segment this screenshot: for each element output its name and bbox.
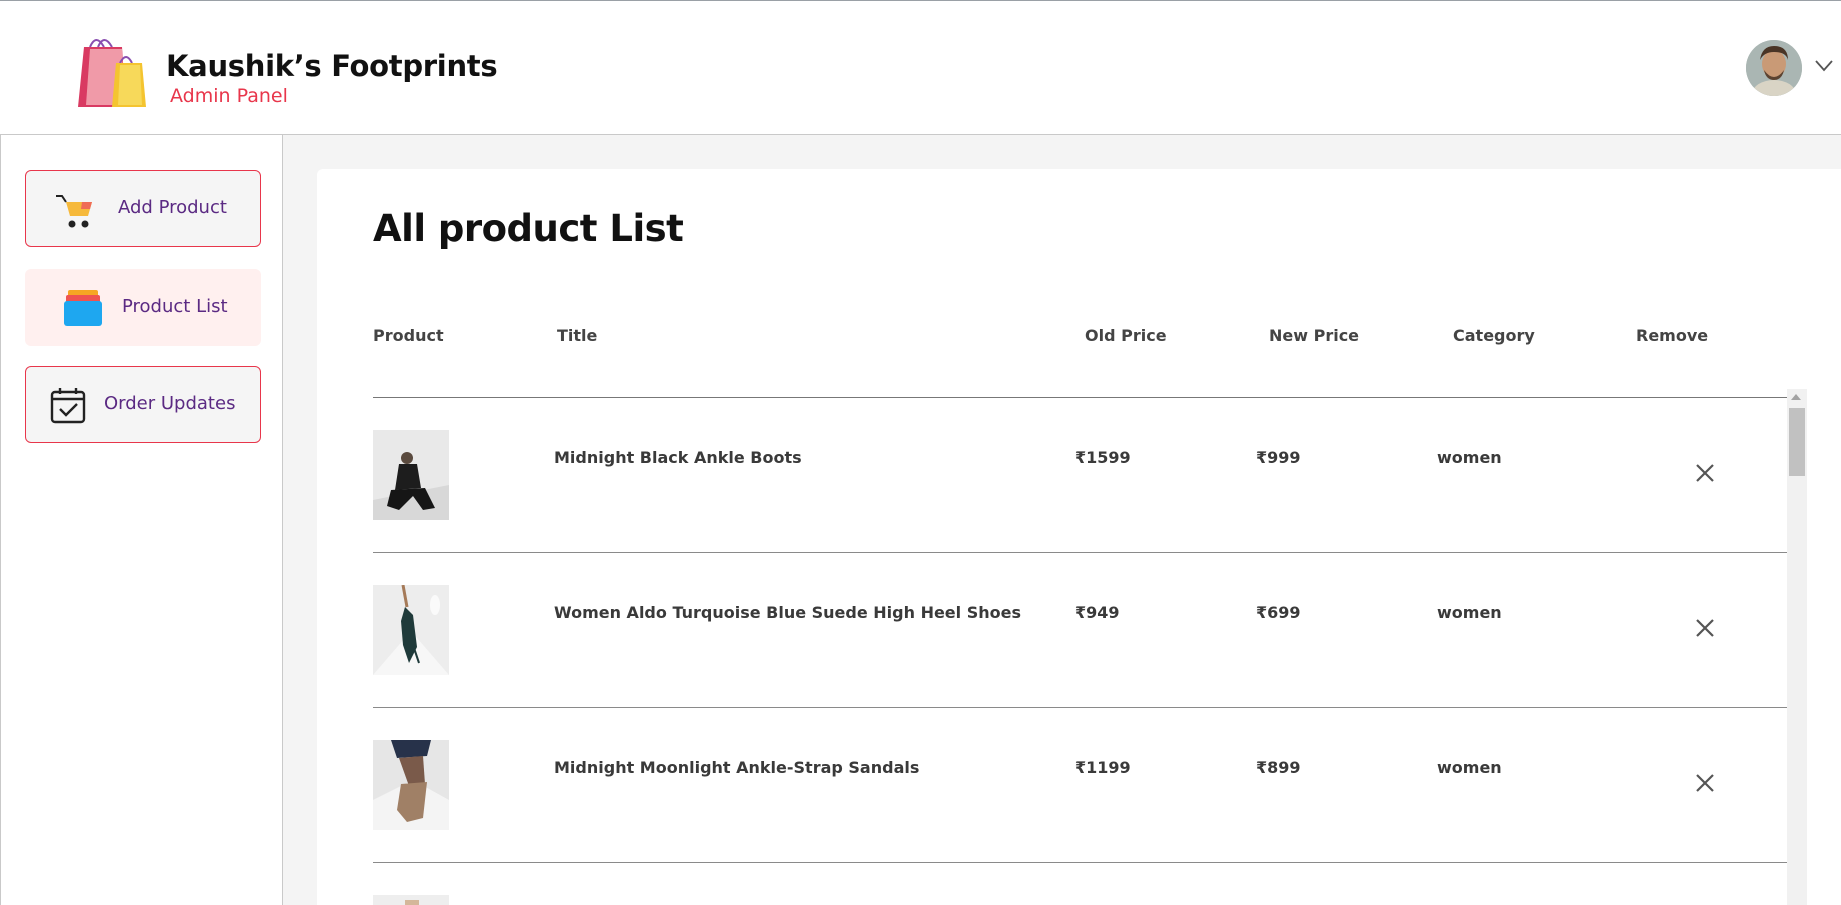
table-row: Midnight Black Ankle Boots ₹1599 ₹999 wo… [373,398,1787,553]
sidebar-item-product-list[interactable]: Product List [25,269,261,346]
avatar-image [1746,40,1802,96]
scroll-up-arrow-icon[interactable] [1791,394,1801,400]
product-title: Women Aldo Turquoise Blue Suede High Hee… [554,603,1021,622]
product-thumbnail[interactable] [373,740,449,830]
shopping-bags-logo-icon [78,39,146,107]
close-icon[interactable] [1693,771,1717,795]
new-price: ₹999 [1256,448,1301,467]
close-icon[interactable] [1693,616,1717,640]
table-row: Women Aldo Turquoise Blue Suede High Hee… [373,553,1787,708]
new-price: ₹899 [1256,758,1301,777]
column-header-old-price: Old Price [1085,326,1167,345]
old-price: ₹949 [1075,603,1120,622]
sidebar-item-label: Order Updates [104,393,236,414]
sidebar: Add Product Product List Order Updates [0,135,283,905]
sidebar-item-label: Product List [122,296,228,317]
sidebar-item-order-updates[interactable]: Order Updates [25,366,261,443]
row-divider [373,862,1787,863]
sidebar-item-add-product[interactable]: Add Product [25,170,261,247]
brand-title: Kaushik’s Footprints [166,49,498,83]
sidebar-item-label: Add Product [118,197,227,218]
table-row: Midnight Moonlight Ankle-Strap Sandals ₹… [373,708,1787,863]
category: women [1437,603,1502,622]
new-price: ₹699 [1256,603,1301,622]
top-navbar: Kaushik’s Footprints Admin Panel [0,0,1841,135]
column-header-category: Category [1453,326,1535,345]
page-title: All product List [373,207,684,250]
cart-icon [56,195,92,228]
close-icon[interactable] [1693,461,1717,485]
category: women [1437,758,1502,777]
old-price: ₹1599 [1075,448,1131,467]
brand-subtitle: Admin Panel [170,85,288,107]
old-price: ₹1199 [1075,758,1131,777]
product-list-icon [64,290,102,326]
calendar-check-icon [50,388,86,424]
product-thumbnail[interactable] [373,585,449,675]
column-header-title: Title [557,326,598,345]
product-title: Midnight Moonlight Ankle-Strap Sandals [554,758,920,777]
column-header-remove: Remove [1636,326,1709,345]
chevron-down-icon[interactable] [1814,59,1834,73]
product-thumbnail[interactable] [373,430,449,520]
category: women [1437,448,1502,467]
product-title: Midnight Black Ankle Boots [554,448,802,467]
user-avatar[interactable] [1746,40,1802,96]
product-thumbnail[interactable] [373,895,449,905]
scrollbar-thumb[interactable] [1789,408,1805,476]
column-header-product: Product [373,326,444,345]
column-header-new-price: New Price [1269,326,1360,345]
